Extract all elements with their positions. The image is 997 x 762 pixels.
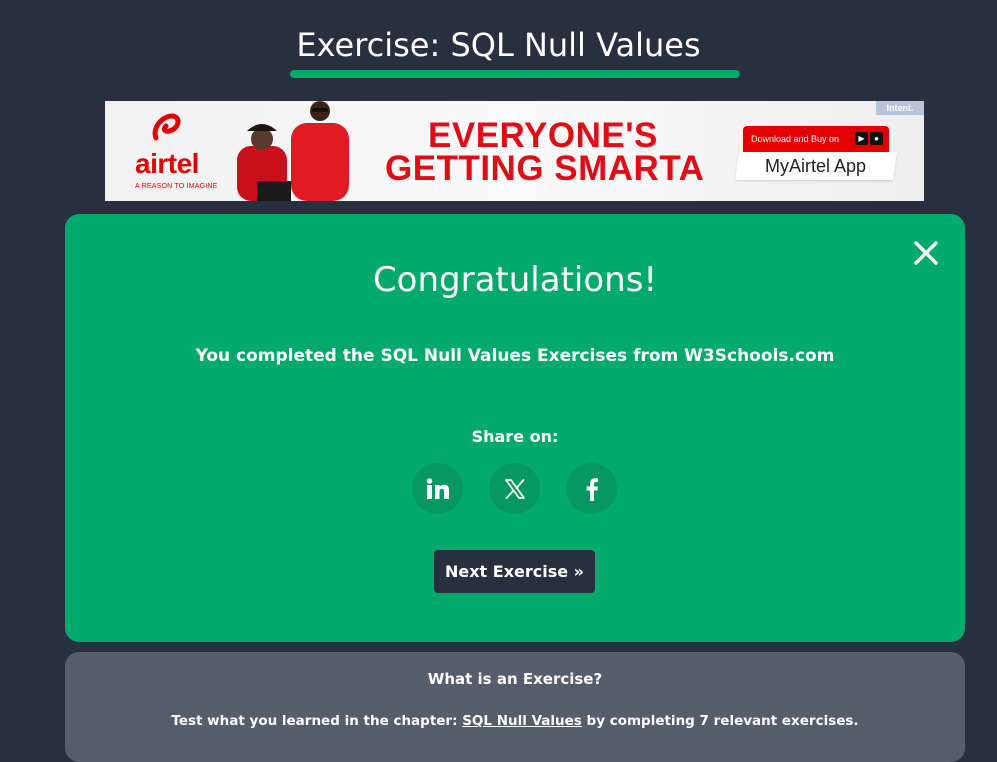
facebook-icon — [586, 477, 598, 501]
play-store-icon: ▶ — [855, 132, 868, 145]
congrats-panel: Congratulations! You completed the SQL N… — [65, 214, 965, 642]
airtel-logo-icon — [152, 113, 181, 141]
info-text-after: by completing 7 relevant exercises. — [581, 713, 859, 729]
page-title: Exercise: SQL Null Values — [296, 26, 701, 64]
ad-banner[interactable]: Intent. airtel A REASON TO IMAGINE EVERY… — [105, 101, 924, 201]
ad-cta-download-label: Download and Buy on — [751, 134, 840, 144]
ad-store-icons: ▶ ● — [855, 132, 883, 145]
x-twitter-icon — [504, 478, 525, 499]
info-panel: What is an Exercise? Test what you learn… — [65, 652, 965, 762]
info-title: What is an Exercise? — [427, 670, 603, 688]
ad-people-image — [237, 101, 349, 201]
share-buttons — [412, 463, 617, 514]
info-text: Test what you learned in the chapter: SQ… — [65, 711, 965, 731]
info-text-before: Test what you learned in the chapter: — [171, 713, 463, 729]
share-x-button[interactable] — [489, 463, 540, 514]
ad-cta-download[interactable]: Download and Buy on ▶ ● — [743, 126, 889, 152]
linkedin-icon — [426, 477, 449, 499]
ad-headline-line2: GETTING SMARTA — [385, 149, 705, 188]
ad-cta-app[interactable]: MyAirtel App — [735, 152, 897, 180]
congrats-title: Congratulations! — [372, 260, 658, 300]
chapter-link[interactable]: SQL Null Values — [462, 713, 582, 729]
ad-cta-app-label: MyAirtel App — [765, 156, 867, 176]
ad-brand: airtel — [135, 148, 199, 179]
share-linkedin-button[interactable] — [412, 463, 463, 514]
share-facebook-button[interactable] — [566, 463, 617, 514]
next-exercise-button[interactable]: Next Exercise » — [434, 550, 595, 593]
apple-store-icon: ● — [870, 132, 883, 145]
ad-tag[interactable]: Intent. — [876, 101, 924, 115]
share-label: Share on: — [471, 427, 559, 446]
ad-brand-tagline: A REASON TO IMAGINE — [135, 183, 218, 190]
congrats-message: You completed the SQL Null Values Exerci… — [195, 346, 835, 366]
title-underline — [290, 70, 740, 78]
